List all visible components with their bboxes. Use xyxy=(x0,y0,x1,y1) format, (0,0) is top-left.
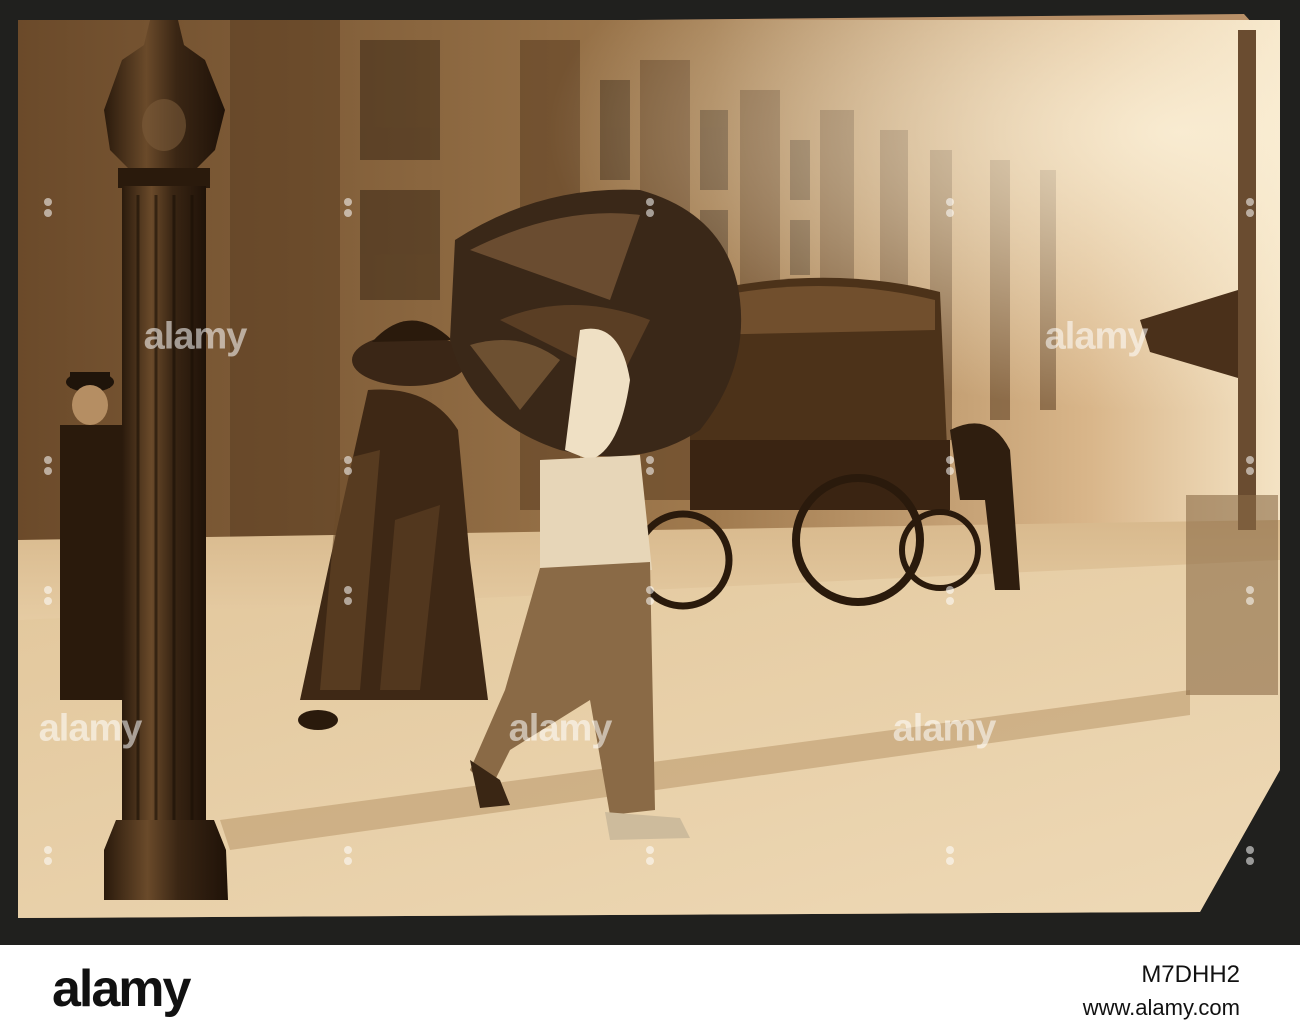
watermark-mark xyxy=(43,455,53,477)
watermark-mark xyxy=(343,455,353,477)
watermark-mark xyxy=(945,197,955,219)
watermark-mark xyxy=(343,845,353,867)
right-railing xyxy=(1186,495,1278,695)
watermark-mark xyxy=(343,197,353,219)
watermark-mark xyxy=(43,585,53,607)
watermark-mark xyxy=(343,585,353,607)
watermark-mark xyxy=(1245,455,1255,477)
watermark-mark xyxy=(645,197,655,219)
image-id: M7DHH2 xyxy=(1141,961,1240,988)
footer-bar: alamy M7DHH2 www.alamy.com xyxy=(0,945,1300,1033)
alamy-logo: alamy xyxy=(52,960,191,1018)
watermark-mark xyxy=(1245,585,1255,607)
watermark-mark xyxy=(645,585,655,607)
watermark-mark xyxy=(945,585,955,607)
watermark-mark xyxy=(1245,845,1255,867)
watermark-mark xyxy=(1245,197,1255,219)
watermark-mark xyxy=(945,845,955,867)
watermark-mark xyxy=(945,455,955,477)
watermark-mark xyxy=(43,197,53,219)
watermark-mark xyxy=(43,845,53,867)
watermark-mark xyxy=(645,455,655,477)
site-url[interactable]: www.alamy.com xyxy=(1083,995,1240,1021)
photo-frame: alamy alamy alamy alamy alamy xyxy=(0,0,1300,945)
watermark-mark xyxy=(645,845,655,867)
